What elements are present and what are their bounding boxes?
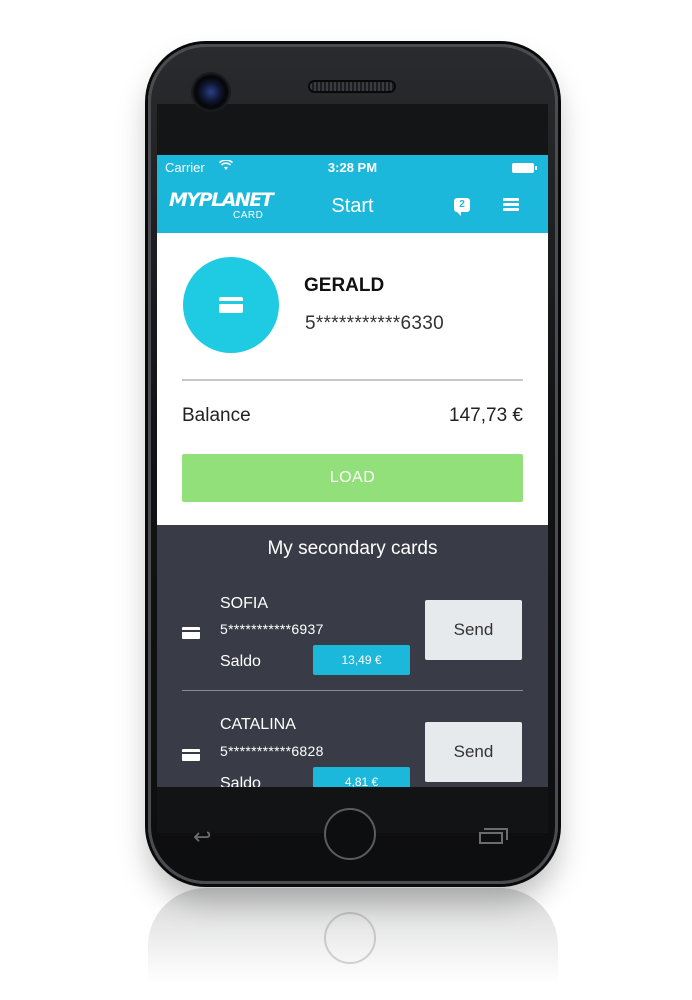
credit-card-icon	[182, 749, 200, 761]
saldo-value-badge: 4,81 €	[313, 767, 410, 787]
balance-label: Balance	[182, 405, 251, 426]
secondary-card-name: SOFIA	[220, 595, 269, 612]
send-button[interactable]: Send	[425, 600, 522, 660]
primary-card-panel: GERALD 5***********6330 Balance 147,73 €…	[157, 233, 548, 525]
back-arrow-icon[interactable]: ↩	[193, 825, 227, 850]
hamburger-menu-icon[interactable]	[503, 198, 519, 211]
secondary-cards-title: My secondary cards	[267, 538, 438, 559]
send-button[interactable]: Send	[425, 722, 522, 782]
card-avatar	[183, 257, 279, 353]
front-camera	[193, 74, 229, 110]
home-button-reflection	[324, 912, 376, 964]
divider	[182, 690, 523, 691]
app-header: MYPLANET CARD Start 2	[157, 181, 548, 233]
page-title: Start	[331, 195, 374, 217]
app-screen: Carrier 3:28 PM MYPLANET CARD Start 2 GE…	[157, 155, 548, 787]
credit-card-icon	[182, 627, 200, 639]
saldo-value-badge: 13,49 €	[313, 645, 410, 675]
messages-icon[interactable]: 2	[454, 198, 470, 216]
status-bar: Carrier 3:28 PM	[157, 155, 548, 181]
card-number: 5***********6330	[305, 313, 444, 334]
balance-value: 147,73 €	[449, 405, 523, 426]
status-time: 3:28 PM	[327, 160, 378, 175]
load-button[interactable]: LOAD	[182, 454, 523, 502]
phone-reflection	[148, 888, 558, 1000]
card-holder-name: GERALD	[304, 275, 385, 296]
credit-card-icon	[219, 297, 243, 313]
home-button[interactable]	[324, 808, 376, 860]
saldo-label: Saldo	[220, 653, 261, 670]
saldo-label: Saldo	[220, 775, 261, 787]
secondary-card-item: CATALINA 5***********6828 Saldo 4,81 € S…	[157, 707, 548, 787]
top-bezel	[157, 104, 548, 155]
secondary-card-item: SOFIA 5***********6937 Saldo 13,49 € Sen…	[157, 585, 548, 705]
divider	[182, 379, 523, 381]
earpiece-speaker	[310, 82, 394, 91]
secondary-card-number: 5***********6828	[220, 743, 324, 759]
recent-apps-icon[interactable]	[479, 828, 509, 846]
secondary-card-name: CATALINA	[220, 716, 296, 733]
secondary-card-number: 5***********6937	[220, 621, 324, 637]
battery-icon	[512, 163, 537, 173]
